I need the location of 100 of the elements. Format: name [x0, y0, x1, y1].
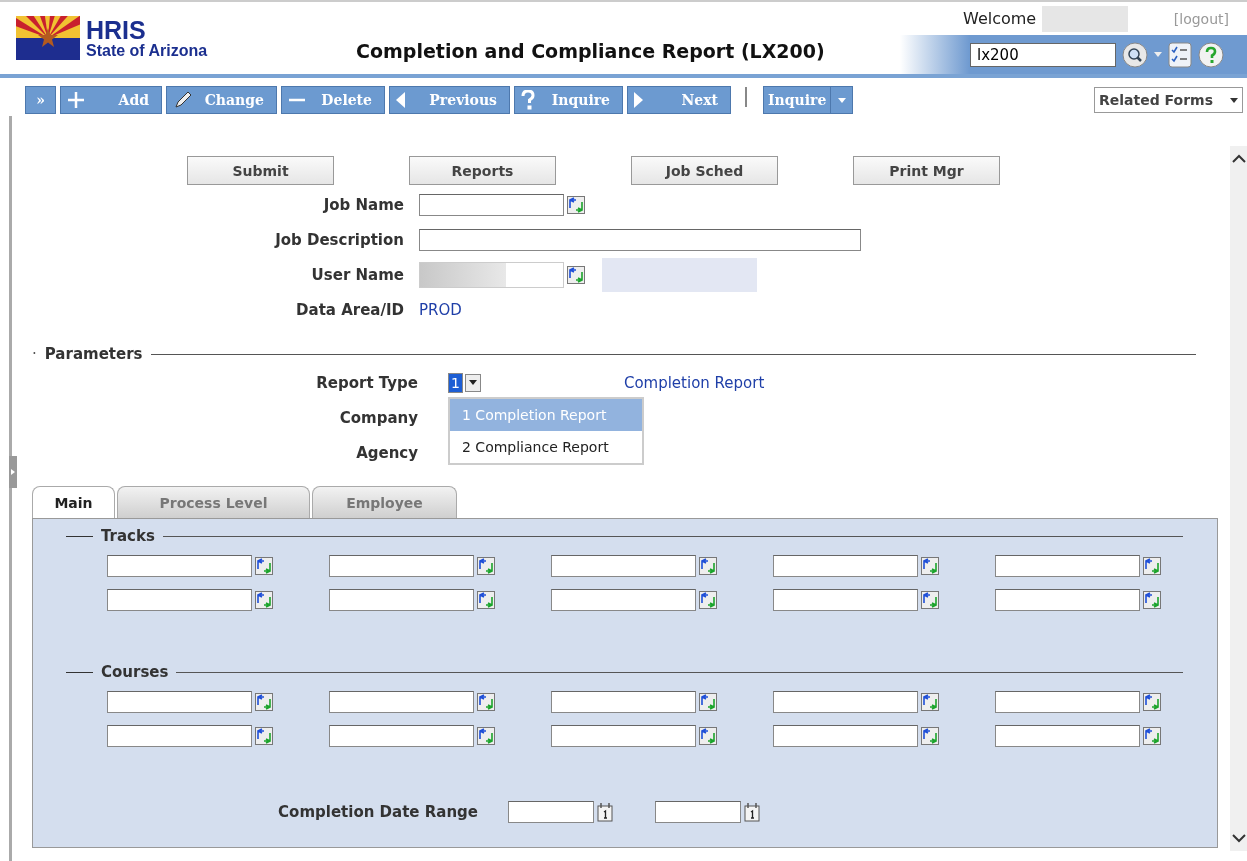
field-label: Completion Date Range — [277, 803, 478, 821]
user-name-field[interactable] — [419, 261, 564, 288]
help-icon[interactable] — [1198, 41, 1224, 68]
select-icon[interactable] — [255, 727, 273, 745]
code-field[interactable] — [107, 691, 252, 713]
inquire-button[interactable]: Inquire — [514, 86, 623, 114]
code-field[interactable] — [773, 589, 918, 611]
field-label: Report Type — [316, 373, 418, 392]
select-icon[interactable] — [477, 557, 495, 575]
inquire-menu-button[interactable]: Inquire — [763, 86, 853, 114]
expand-button[interactable]: » — [25, 86, 56, 114]
code-field[interactable] — [329, 691, 474, 713]
change-button[interactable]: Change — [166, 86, 277, 114]
code-field[interactable] — [107, 555, 252, 577]
pencil-icon — [173, 90, 193, 110]
caret-icon — [837, 97, 846, 103]
tab[interactable]: Main — [32, 486, 115, 518]
select-icon[interactable] — [567, 195, 585, 214]
panel-handle[interactable] — [9, 456, 17, 488]
question-icon — [521, 90, 535, 110]
select-icon[interactable] — [1143, 557, 1161, 575]
scroll-down-icon[interactable] — [1231, 834, 1246, 843]
code-field[interactable] — [995, 555, 1140, 577]
date-field[interactable] — [508, 801, 594, 823]
code-field[interactable] — [551, 725, 696, 747]
tab[interactable]: Process Level — [117, 486, 310, 518]
right-triangle-icon — [634, 92, 643, 108]
field-label: Job Description — [275, 230, 404, 249]
code-field[interactable] — [551, 691, 696, 713]
tab[interactable]: Employee — [312, 486, 457, 518]
action-button[interactable]: Submit — [187, 156, 334, 185]
select-icon[interactable] — [1143, 693, 1161, 711]
field-label: Agency — [356, 443, 418, 462]
field-label: User Name — [311, 265, 404, 284]
dropdown-option[interactable]: 1 Completion Report — [450, 398, 642, 431]
group-title: Tracks — [101, 527, 155, 545]
next-button[interactable]: Next — [627, 86, 731, 114]
job-name-field[interactable] — [419, 193, 564, 216]
dropdown-button[interactable] — [464, 373, 481, 392]
data-area-value: PROD — [419, 300, 462, 319]
job-description-field[interactable] — [419, 228, 861, 251]
select-icon[interactable] — [255, 693, 273, 711]
action-button[interactable]: Reports — [409, 156, 556, 185]
app-subtitle: State of Arizona — [86, 42, 208, 59]
select-icon[interactable] — [699, 693, 717, 711]
action-button[interactable]: Print Mgr — [853, 156, 1000, 185]
checklist-icon[interactable] — [1168, 41, 1192, 68]
select-icon[interactable] — [921, 591, 939, 609]
related-forms-dropdown[interactable]: Related Forms — [1094, 87, 1243, 113]
code-field[interactable] — [773, 691, 918, 713]
caret-icon — [1154, 52, 1162, 57]
code-field[interactable] — [329, 555, 474, 577]
select-icon[interactable] — [921, 727, 939, 745]
field-label: Job Name — [323, 195, 404, 214]
select-icon[interactable] — [699, 727, 717, 745]
search-icon[interactable] — [1122, 41, 1148, 68]
report-type-field[interactable]: 1 — [448, 372, 463, 393]
add-button[interactable]: Add — [60, 86, 162, 114]
delete-button[interactable]: Delete — [281, 86, 385, 114]
select-icon[interactable] — [567, 265, 585, 284]
code-field[interactable] — [995, 725, 1140, 747]
bullet-mark: · — [32, 345, 37, 363]
select-icon[interactable] — [477, 727, 495, 745]
select-icon[interactable] — [921, 557, 939, 575]
welcome-text: Welcome — [963, 9, 1037, 28]
left-triangle-icon — [396, 92, 405, 108]
select-icon[interactable] — [921, 693, 939, 711]
action-button[interactable]: Job Sched — [631, 156, 778, 185]
code-field[interactable] — [551, 555, 696, 577]
field-label: Company — [339, 408, 418, 427]
code-field[interactable] — [107, 725, 252, 747]
select-icon[interactable] — [477, 591, 495, 609]
search-field[interactable]: lx200 — [970, 42, 1116, 67]
select-icon[interactable] — [699, 557, 717, 575]
select-icon[interactable] — [1143, 727, 1161, 745]
previous-button[interactable]: Previous — [389, 86, 510, 114]
code-field[interactable] — [995, 691, 1140, 713]
group-title: Courses — [101, 663, 169, 681]
app-name: HRIS — [86, 17, 147, 43]
select-icon[interactable] — [255, 557, 273, 575]
code-field[interactable] — [329, 725, 474, 747]
code-field[interactable] — [773, 725, 918, 747]
logout-link[interactable]: [logout] — [1173, 10, 1229, 27]
code-field[interactable] — [107, 589, 252, 611]
select-icon[interactable] — [1143, 591, 1161, 609]
code-field[interactable] — [551, 589, 696, 611]
select-icon[interactable] — [255, 591, 273, 609]
section-title: Parameters — [44, 345, 143, 363]
calendar-icon[interactable] — [597, 802, 613, 822]
scrollbar[interactable] — [1230, 146, 1247, 851]
code-field[interactable] — [329, 589, 474, 611]
caret-icon — [468, 380, 477, 385]
select-icon[interactable] — [699, 591, 717, 609]
code-field[interactable] — [995, 589, 1140, 611]
date-field[interactable] — [655, 801, 741, 823]
select-icon[interactable] — [477, 693, 495, 711]
report-type-description: Completion Report — [623, 373, 765, 392]
scroll-up-icon[interactable] — [1231, 154, 1246, 163]
code-field[interactable] — [773, 555, 918, 577]
calendar-icon[interactable] — [744, 802, 760, 822]
